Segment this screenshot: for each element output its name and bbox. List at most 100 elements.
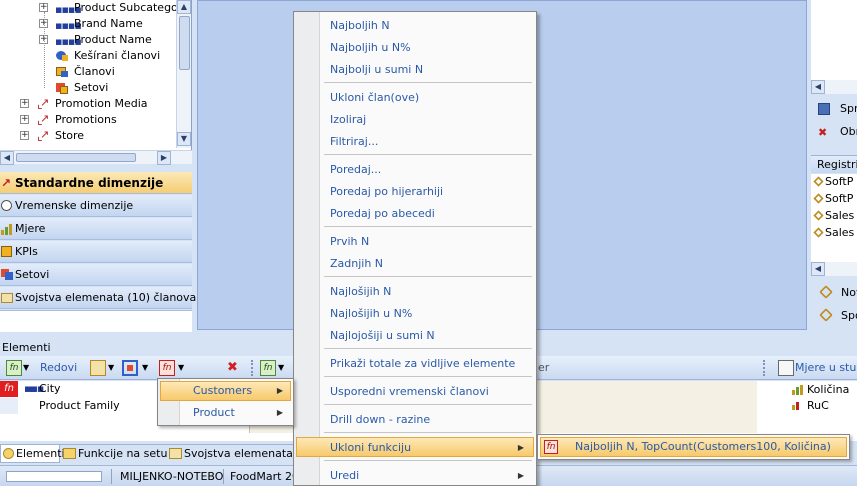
measure-kolicina[interactable]: Količina [807, 382, 849, 398]
expand-icon[interactable]: + [39, 3, 48, 12]
menu-item[interactable]: Najlošijih N [330, 283, 391, 301]
submenu-arrow-icon: ▶ [276, 408, 283, 417]
remove-function-submenu[interactable]: fn Najboljih N, TopCount(Customers100, K… [537, 434, 850, 460]
menu-item[interactable]: Najboljih N [330, 17, 390, 35]
measures-icon [1, 223, 13, 235]
menu-item[interactable]: Uredi [330, 467, 359, 485]
function-icon[interactable]: fn [6, 360, 22, 376]
right-scrollbar[interactable]: ◀ [811, 80, 857, 94]
registri-scrollbar[interactable]: ◀ [811, 262, 857, 276]
context-menu[interactable]: Najboljih N Najboljih u N% Najbolji u sumi… [293, 11, 537, 486]
menu-separator [324, 376, 532, 377]
measure-ruc[interactable]: RuC [807, 398, 829, 414]
tree-horizontal-scrollbar[interactable]: ◀ ▶ [0, 150, 192, 165]
tab-elementi[interactable]: Elementi [0, 445, 65, 463]
tab-funkcije-na-setu[interactable]: Funkcije na setu [63, 445, 167, 463]
menu-item[interactable]: Izoliraj [330, 111, 366, 129]
menu-item[interactable]: Prvih N [330, 233, 369, 251]
scroll-left-icon[interactable]: ◀ [811, 262, 825, 276]
scroll-up-icon[interactable]: ▲ [177, 0, 191, 14]
category-3[interactable]: Mjere [0, 218, 192, 240]
menu-separator [324, 460, 532, 461]
mjere-u-stupcima-button[interactable]: Mjere u stup [795, 360, 857, 376]
category-4[interactable]: KPIs [0, 241, 192, 263]
menu-item[interactable]: Drill down - razine [330, 411, 430, 429]
menu-item[interactable]: Filtriraj... [330, 133, 378, 151]
save-icon[interactable] [818, 103, 830, 115]
category-1[interactable]: ↗ Standardne dimenzije [0, 172, 192, 194]
menu-item[interactable]: Prikaži totale za vidljive elemente [330, 355, 515, 373]
scroll-right-icon[interactable]: ▶ [157, 151, 171, 165]
menu-item[interactable]: Poredaj po abecedi [330, 205, 435, 223]
function-active-icon[interactable]: fn [159, 360, 175, 376]
dimension-tree[interactable]: + ▪▪▪▪ Product Subcategory + ▪▪▪▪ Brand Name +… [0, 0, 192, 150]
expand-icon[interactable]: + [20, 115, 29, 124]
category-5[interactable]: Setovi [0, 264, 192, 286]
menu-item[interactable]: Najbolji u sumi N [330, 61, 423, 79]
properties-icon[interactable] [90, 360, 106, 376]
scroll-left-icon[interactable]: ◀ [0, 151, 14, 165]
right-obr-label[interactable]: Obr [840, 125, 857, 138]
close-icon[interactable]: ✖ [227, 360, 238, 376]
save-registry-icon[interactable] [819, 308, 833, 322]
chevron-down-icon[interactable]: ▼ [178, 360, 184, 376]
right-nov-label[interactable]: Nov [841, 286, 857, 299]
menu-item[interactable]: Zadnjih N [330, 255, 383, 273]
scroll-down-icon[interactable]: ▼ [177, 132, 191, 146]
category-label: Setovi [15, 268, 50, 281]
clock-icon [1, 200, 13, 212]
hierarchy-level-icon: ▪▪▪▪ [55, 35, 82, 48]
tab-elementi-label: Elementi [16, 447, 65, 460]
chevron-down-icon[interactable]: ▼ [108, 360, 114, 376]
new-icon[interactable] [819, 285, 833, 299]
registry-label: SoftP [825, 192, 854, 205]
cached-members-icon [55, 50, 69, 62]
menu-separator [324, 82, 532, 83]
chevron-down-icon[interactable]: ▼ [142, 360, 148, 376]
expand-icon[interactable]: + [20, 99, 29, 108]
submenu-item-topcount[interactable]: Najboljih N, TopCount(Customers100, Koli… [575, 438, 831, 456]
menu-item[interactable]: Poredaj po hijerarhiji [330, 183, 443, 201]
tree-item-label: Store [55, 129, 85, 142]
submenu-item-product[interactable]: Product [193, 404, 235, 422]
chevron-down-icon[interactable]: ▼ [278, 360, 284, 376]
category-label: Standardne dimenzije [15, 176, 164, 190]
tab-svojstva-label: Svojstva elemenata [184, 447, 293, 460]
menu-separator [324, 404, 532, 405]
category-6[interactable]: Svojstva elemenata (10) članova [0, 287, 196, 309]
expand-icon[interactable]: + [20, 131, 29, 140]
redovi-button[interactable]: Redovi [40, 360, 77, 376]
scroll-thumb-horizontal[interactable] [16, 153, 136, 162]
chevron-down-icon[interactable]: ▼ [23, 360, 29, 376]
row-label-city[interactable]: City [39, 381, 61, 397]
menu-item[interactable]: Ukloni član(ove) [330, 89, 419, 107]
members-tool-icon[interactable] [122, 360, 138, 376]
category-2[interactable]: Vremenske dimenzije [0, 195, 192, 217]
menu-item[interactable]: Najlojošiji u sumi N [330, 327, 435, 345]
dimension-submenu[interactable]: Customers ▶ Product ▶ [157, 378, 294, 426]
tree-item-label: Članovi [74, 65, 115, 78]
tree-vertical-scrollbar[interactable]: ▲ ▼ [176, 0, 191, 148]
menu-item[interactable]: Najboljih u N% [330, 39, 411, 57]
member-bullet-icon: ▪ [29, 382, 37, 395]
menu-item[interactable]: Najlošijih u N% [330, 305, 412, 323]
menu-item[interactable]: Usporedni vremenski članovi [330, 383, 489, 401]
right-spr-label[interactable]: Spr [840, 102, 857, 115]
tab-svojstva-elemenata[interactable]: Svojstva elemenata [169, 445, 294, 463]
menu-item[interactable]: Poredaj... [330, 161, 381, 179]
scroll-thumb[interactable] [179, 16, 190, 70]
delete-icon[interactable]: ✖ [818, 126, 832, 139]
menu-item[interactable]: Ukloni funkciju [330, 439, 411, 457]
submenu-item-customers[interactable]: Customers [193, 382, 252, 400]
function-tag: fn [0, 381, 18, 397]
function-icon[interactable]: fn [260, 360, 276, 376]
right-spo-label[interactable]: Spo [841, 309, 857, 322]
measures-list[interactable]: Količina RuC [757, 381, 857, 433]
right-panel-top [811, 0, 857, 80]
row-label-product-family[interactable]: Product Family [39, 398, 120, 414]
scroll-left-icon[interactable]: ◀ [811, 80, 825, 94]
columns-icon[interactable] [778, 360, 794, 376]
registri-list[interactable]: SoftP SoftP Sales Sales [811, 174, 857, 264]
menu-separator [324, 432, 532, 433]
submenu-arrow-icon: ▶ [517, 443, 524, 452]
